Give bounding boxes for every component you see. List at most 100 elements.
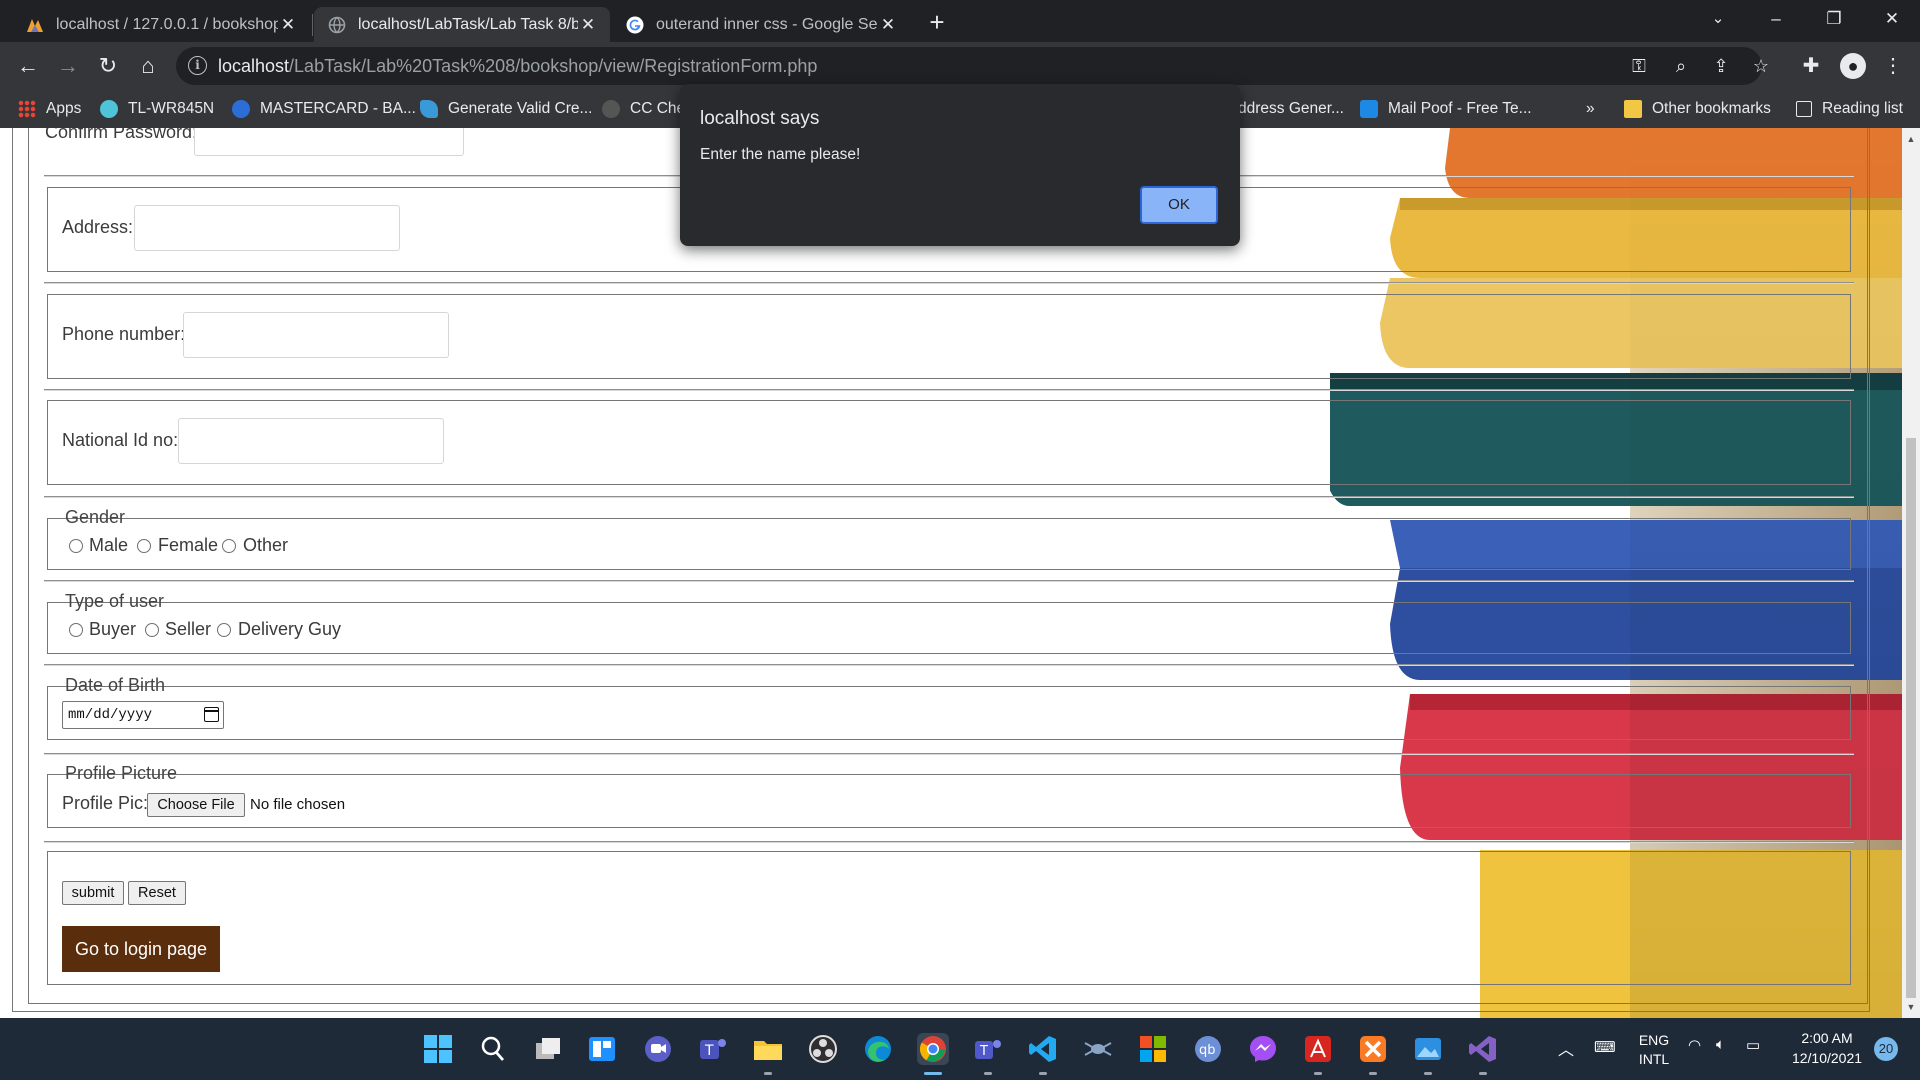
- visual-studio-icon[interactable]: [1467, 1033, 1499, 1065]
- file-explorer-icon[interactable]: [752, 1033, 784, 1065]
- page-scrollbar[interactable]: ▲ ▼: [1902, 128, 1920, 1018]
- phone-label: Phone number:: [62, 324, 186, 344]
- confirm-password-input[interactable]: [194, 128, 464, 156]
- globe-icon: [328, 16, 346, 34]
- dob-input[interactable]: mm/dd/yyyy: [62, 701, 224, 729]
- home-icon[interactable]: ⌂: [132, 50, 164, 82]
- card-icon: [420, 100, 438, 118]
- back-icon[interactable]: ←: [12, 50, 44, 82]
- keyboard-icon[interactable]: ⌨: [1594, 1038, 1616, 1056]
- edge-icon[interactable]: [862, 1033, 894, 1065]
- user-seller-radio[interactable]: [145, 623, 159, 637]
- active-app-indicator: [924, 1072, 942, 1075]
- language-indicator[interactable]: ENG INTL: [1632, 1032, 1676, 1067]
- xampp-icon[interactable]: [1357, 1033, 1389, 1065]
- scroll-down-icon[interactable]: ▼: [1906, 1002, 1916, 1012]
- search-icon[interactable]: [477, 1033, 509, 1065]
- reading-list-icon: [1796, 101, 1812, 117]
- user-delivery-radio[interactable]: [217, 623, 231, 637]
- widgets-icon[interactable]: [586, 1033, 618, 1065]
- clock[interactable]: 2:00 AM 12/10/2021: [1782, 1030, 1872, 1066]
- bookmark-mail-poof[interactable]: Mail Poof - Free Te...: [1360, 97, 1532, 121]
- restore-icon[interactable]: ❐: [1806, 0, 1862, 40]
- bookmark-star-icon[interactable]: ☆: [1750, 55, 1772, 77]
- messenger-icon[interactable]: [1247, 1033, 1279, 1065]
- choose-file-button[interactable]: Choose File: [147, 793, 245, 817]
- site-info-icon[interactable]: i: [188, 56, 207, 75]
- scroll-up-icon[interactable]: ▲: [1906, 134, 1916, 144]
- photos-icon[interactable]: [1412, 1033, 1444, 1065]
- bookmark-generate-valid[interactable]: Generate Valid Cre...: [420, 97, 592, 121]
- close-window-icon[interactable]: ✕: [1864, 0, 1920, 40]
- bookmark-reading-list[interactable]: Reading list: [1796, 97, 1903, 121]
- chrome-icon[interactable]: [917, 1033, 949, 1065]
- address-input[interactable]: [134, 205, 400, 251]
- reset-button[interactable]: Reset: [128, 881, 186, 905]
- alert-dialog: localhost says Enter the name please! OK: [680, 84, 1240, 246]
- tab-strip: localhost / 127.0.0.1 / bookshop ✕ local…: [0, 0, 1920, 42]
- spider-app-icon[interactable]: [1082, 1033, 1114, 1065]
- divider: [44, 389, 1854, 391]
- close-tab-icon[interactable]: ✕: [578, 15, 598, 35]
- close-tab-icon[interactable]: ✕: [278, 15, 298, 35]
- volume-icon[interactable]: 🔈︎: [1716, 1036, 1725, 1053]
- vscode-icon[interactable]: [1027, 1033, 1059, 1065]
- gender-male-radio[interactable]: [69, 539, 83, 553]
- tab-phpmyadmin[interactable]: localhost / 127.0.0.1 / bookshop ✕: [12, 7, 310, 42]
- login-page-button[interactable]: Go to login page: [62, 926, 220, 972]
- extensions-icon[interactable]: ✚: [1798, 53, 1824, 79]
- tab-registration-form[interactable]: localhost/LabTask/Lab Task 8/bookshop ✕: [314, 7, 610, 42]
- qbittorrent-icon[interactable]: qb: [1192, 1033, 1224, 1065]
- scrollbar-thumb[interactable]: [1906, 438, 1916, 998]
- acrobat-icon[interactable]: [1302, 1033, 1334, 1065]
- show-hidden-icons[interactable]: ︿: [1558, 1036, 1574, 1060]
- profile-avatar-icon[interactable]: ●: [1840, 53, 1866, 79]
- colorful-app-icon[interactable]: [1137, 1033, 1169, 1065]
- gender-other-radio[interactable]: [222, 539, 236, 553]
- wifi-icon[interactable]: ◠: [1688, 1036, 1701, 1054]
- chat-icon[interactable]: [642, 1033, 674, 1065]
- reload-icon[interactable]: ↻: [92, 50, 124, 82]
- running-indicator: [1369, 1072, 1377, 1075]
- notification-badge[interactable]: 20: [1874, 1037, 1898, 1061]
- bookmark-address-generator[interactable]: ddress Gener...: [1238, 97, 1344, 121]
- bookmark-tl-wr845n[interactable]: TL-WR845N: [100, 97, 214, 121]
- battery-icon[interactable]: ▭: [1746, 1036, 1760, 1054]
- gender-male-label: Male: [89, 535, 129, 555]
- divider: [44, 664, 1854, 666]
- url-text[interactable]: localhost/LabTask/Lab%20Task%208/booksho…: [218, 56, 817, 77]
- close-tab-icon[interactable]: ✕: [878, 15, 898, 35]
- forward-icon[interactable]: →: [52, 50, 84, 82]
- task-view-icon[interactable]: [532, 1033, 564, 1065]
- address-bar[interactable]: i localhost/LabTask/Lab%20Task%208/books…: [176, 47, 1769, 85]
- tab-google-search[interactable]: outerand inner css - Google Search ✕: [612, 7, 910, 42]
- bookmarks-overflow-button[interactable]: »: [1586, 97, 1595, 121]
- teams-work-icon[interactable]: T: [972, 1033, 1004, 1065]
- bookmark-mastercard[interactable]: MASTERCARD - BA...: [232, 97, 416, 121]
- gender-female-radio[interactable]: [137, 539, 151, 553]
- dialog-title: localhost says: [700, 108, 820, 129]
- tab-search-icon[interactable]: ⌄: [1690, 0, 1746, 40]
- key-icon[interactable]: ⚿: [1628, 55, 1650, 77]
- minimize-icon[interactable]: –: [1748, 0, 1804, 40]
- bookmark-cc-checker[interactable]: CC Che: [602, 97, 685, 121]
- calendar-icon[interactable]: [204, 707, 219, 722]
- teams-icon[interactable]: T: [697, 1033, 729, 1065]
- nid-input[interactable]: [178, 418, 444, 464]
- obs-icon[interactable]: [807, 1033, 839, 1065]
- page-viewport: Confirm Password: Address: Phone number:…: [0, 128, 1902, 1018]
- submit-button[interactable]: submit: [62, 881, 124, 905]
- menu-kebab-icon[interactable]: ⋮: [1880, 53, 1906, 79]
- new-tab-button[interactable]: +: [922, 8, 952, 38]
- running-indicator: [1424, 1072, 1432, 1075]
- user-buyer-radio[interactable]: [69, 623, 83, 637]
- folder-icon: [1624, 100, 1642, 118]
- dialog-ok-button[interactable]: OK: [1140, 186, 1218, 224]
- share-icon[interactable]: ⇪: [1710, 55, 1732, 77]
- bookmark-other-bookmarks[interactable]: Other bookmarks: [1624, 97, 1771, 121]
- bookmark-apps[interactable]: Apps: [18, 97, 81, 121]
- phone-input[interactable]: [183, 312, 449, 358]
- dialog-message: Enter the name please!: [700, 146, 861, 163]
- zoom-icon[interactable]: ⌕: [1670, 55, 1692, 77]
- start-icon[interactable]: [422, 1033, 454, 1065]
